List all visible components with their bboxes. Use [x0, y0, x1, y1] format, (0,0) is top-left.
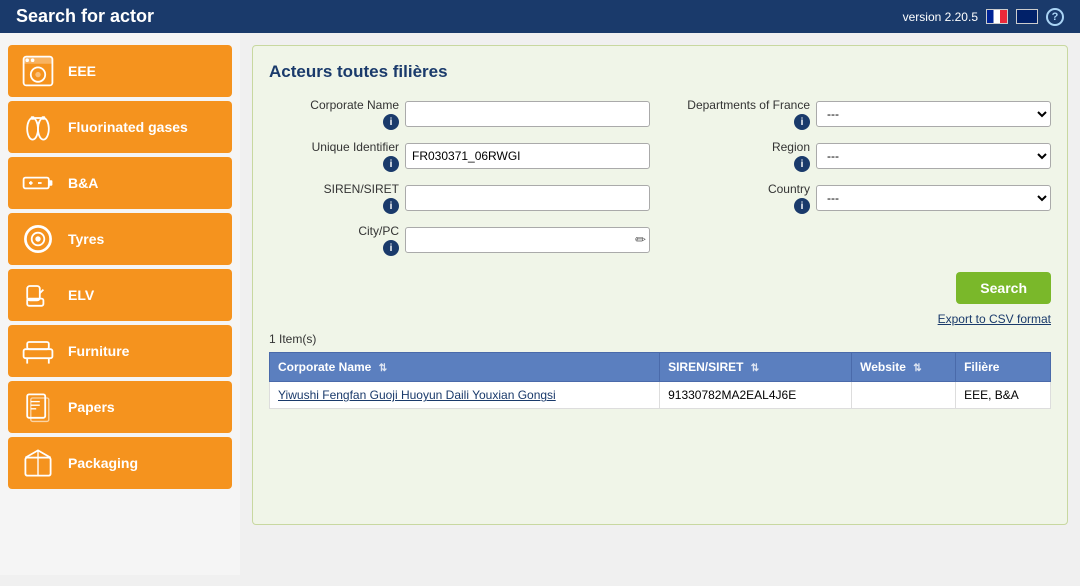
furniture-icon — [18, 333, 58, 369]
sidebar-item-elv-label: ELV — [68, 287, 94, 304]
sidebar-item-papers-label: Papers — [68, 399, 115, 416]
unique-identifier-row: Unique Identifier i — [269, 140, 650, 172]
col-website[interactable]: Website ⇅ — [852, 353, 956, 382]
sidebar-item-furniture-label: Furniture — [68, 343, 129, 360]
results-count: 1 Item(s) — [269, 332, 1051, 346]
sidebar-item-furniture[interactable]: Furniture — [8, 325, 232, 377]
tyre-icon — [18, 221, 58, 257]
cell-siren-siret: 91330782MA2EAL4J6E — [660, 382, 852, 409]
cell-filiere: EEE, B&A — [956, 382, 1051, 409]
panel-title: Acteurs toutes filières — [269, 62, 1051, 82]
sidebar: EEE Fluorinated gases — [0, 33, 240, 575]
city-pc-input[interactable] — [405, 227, 650, 253]
country-row: Country i --- — [670, 182, 1051, 214]
country-label: Country i — [670, 182, 810, 214]
sidebar-item-elv[interactable]: ELV — [8, 269, 232, 321]
city-pc-row: City/PC i ✏ — [269, 224, 650, 256]
export-csv-link[interactable]: Export to CSV format — [938, 312, 1051, 326]
city-pc-label: City/PC i — [269, 224, 399, 256]
sidebar-item-tyres[interactable]: Tyres — [8, 213, 232, 265]
siren-siret-label: SIREN/SIRET i — [269, 182, 399, 214]
battery-icon — [18, 165, 58, 201]
page-title: Search for actor — [16, 6, 154, 27]
siren-siret-info-icon[interactable]: i — [383, 198, 399, 214]
corporate-name-info-icon[interactable]: i — [383, 114, 399, 130]
city-pc-info-icon[interactable]: i — [383, 240, 399, 256]
city-pc-input-wrapper: ✏ — [405, 227, 650, 253]
departments-info-icon[interactable]: i — [794, 114, 810, 130]
cell-website — [852, 382, 956, 409]
region-row: Region i --- — [670, 140, 1051, 172]
col-filiere[interactable]: Filière — [956, 353, 1051, 382]
top-bar: Search for actor version 2.20.5 ? — [0, 0, 1080, 33]
col-website-sort-icon[interactable]: ⇅ — [913, 363, 921, 374]
top-bar-right: version 2.20.5 ? — [903, 8, 1064, 26]
flag-fr[interactable] — [986, 9, 1008, 24]
packaging-icon — [18, 445, 58, 481]
form-right: Departments of France i --- Region i — [670, 98, 1051, 256]
search-button-row: Search — [269, 272, 1051, 304]
country-info-icon[interactable]: i — [794, 198, 810, 214]
unique-identifier-info-icon[interactable]: i — [383, 156, 399, 172]
sidebar-item-eee[interactable]: EEE — [8, 45, 232, 97]
departments-select[interactable]: --- — [816, 101, 1051, 127]
search-form: Corporate Name i Unique Identifier i — [269, 98, 1051, 256]
sidebar-item-tyres-label: Tyres — [68, 231, 104, 248]
col-siren-siret-sort-icon[interactable]: ⇅ — [751, 363, 759, 374]
unique-identifier-label: Unique Identifier i — [269, 140, 399, 172]
cell-corporate-name[interactable]: Yiwushi Fengfan Guoji Huoyun Daili Youxi… — [270, 382, 660, 409]
help-icon[interactable]: ? — [1046, 8, 1064, 26]
col-corporate-name[interactable]: Corporate Name ⇅ — [270, 353, 660, 382]
table-row: Yiwushi Fengfan Guoji Huoyun Daili Youxi… — [270, 382, 1051, 409]
departments-label: Departments of France i — [670, 98, 810, 130]
washing-machine-icon — [18, 53, 58, 89]
car-seat-icon — [18, 277, 58, 313]
content-area: Acteurs toutes filières Corporate Name i — [240, 33, 1080, 575]
corporate-name-input[interactable] — [405, 101, 650, 127]
search-button[interactable]: Search — [956, 272, 1051, 304]
sidebar-item-bna-label: B&A — [68, 175, 98, 192]
version-label: version 2.20.5 — [903, 10, 978, 24]
sidebar-item-fluorinated-label: Fluorinated gases — [68, 119, 188, 136]
region-info-icon[interactable]: i — [794, 156, 810, 172]
main-layout: EEE Fluorinated gases — [0, 33, 1080, 575]
unique-identifier-input[interactable] — [405, 143, 650, 169]
corporate-name-row: Corporate Name i — [269, 98, 650, 130]
country-select[interactable]: --- — [816, 185, 1051, 211]
sidebar-item-papers[interactable]: Papers — [8, 381, 232, 433]
siren-siret-input[interactable] — [405, 185, 650, 211]
region-select[interactable]: --- — [816, 143, 1051, 169]
sidebar-item-packaging-label: Packaging — [68, 455, 138, 472]
siren-siret-row: SIREN/SIRET i — [269, 182, 650, 214]
search-panel: Acteurs toutes filières Corporate Name i — [252, 45, 1068, 525]
sidebar-item-packaging[interactable]: Packaging — [8, 437, 232, 489]
table-header-row: Corporate Name ⇅ SIREN/SIRET ⇅ Website ⇅ — [270, 353, 1051, 382]
results-table: Corporate Name ⇅ SIREN/SIRET ⇅ Website ⇅ — [269, 352, 1051, 409]
region-label: Region i — [670, 140, 810, 172]
flag-uk[interactable] — [1016, 9, 1038, 24]
form-left: Corporate Name i Unique Identifier i — [269, 98, 650, 256]
export-row: Export to CSV format — [269, 312, 1051, 326]
col-siren-siret[interactable]: SIREN/SIRET ⇅ — [660, 353, 852, 382]
corporate-name-label: Corporate Name i — [269, 98, 399, 130]
col-corporate-name-sort-icon[interactable]: ⇅ — [379, 363, 387, 374]
gas-tank-icon — [18, 109, 58, 145]
city-pc-edit-icon[interactable]: ✏ — [635, 232, 646, 248]
papers-icon — [18, 389, 58, 425]
sidebar-item-bna[interactable]: B&A — [8, 157, 232, 209]
sidebar-item-eee-label: EEE — [68, 63, 96, 80]
departments-row: Departments of France i --- — [670, 98, 1051, 130]
sidebar-item-fluorinated-gases[interactable]: Fluorinated gases — [8, 101, 232, 153]
